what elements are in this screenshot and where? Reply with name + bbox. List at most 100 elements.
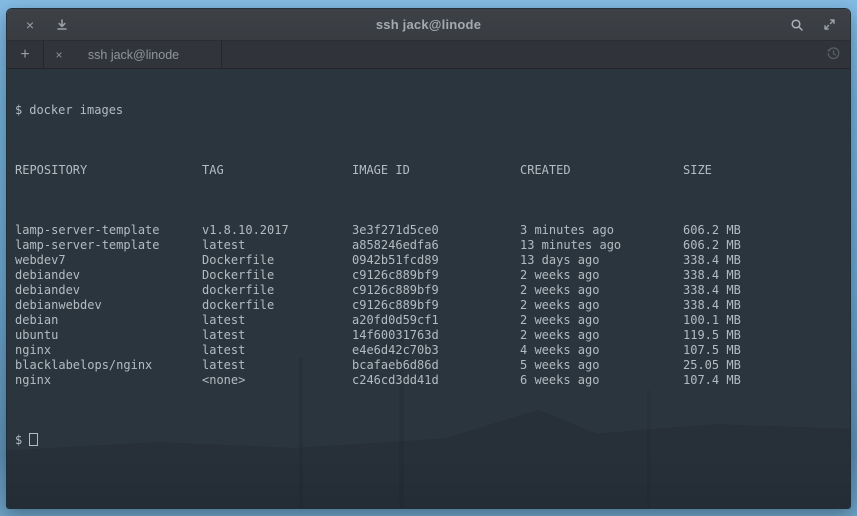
cell-created: 4 weeks ago: [520, 343, 683, 358]
cell-repository: debiandev: [15, 283, 202, 298]
cell-image-id: c9126c889bf9: [352, 268, 520, 283]
cell-created: 2 weeks ago: [520, 268, 683, 283]
table-row: debiandevdockerfilec9126c889bf92 weeks a…: [15, 283, 850, 298]
cell-image-id: a20fd0d59cf1: [352, 313, 520, 328]
table-header-row: REPOSITORY TAG IMAGE ID CREATED SIZE: [15, 163, 850, 178]
cell-tag: latest: [202, 328, 352, 343]
cell-tag: latest: [202, 313, 352, 328]
expand-icon: [823, 18, 836, 31]
terminal-output: lamp-server-templatev1.8.10.20173e3f271d…: [15, 223, 850, 388]
terminal-window: × ssh jack@linode: [6, 8, 851, 509]
cell-tag: latest: [202, 238, 352, 253]
cell-tag: Dockerfile: [202, 268, 352, 283]
table-row: debiandevDockerfilec9126c889bf92 weeks a…: [15, 268, 850, 283]
column-header-created: CREATED: [520, 163, 683, 178]
cell-image-id: c9126c889bf9: [352, 283, 520, 298]
tab-close-button[interactable]: ×: [46, 48, 72, 62]
terminal-screen[interactable]: $ docker images REPOSITORY TAG IMAGE ID C…: [7, 69, 850, 508]
cell-repository: blacklabelops/nginx: [15, 358, 202, 373]
cell-image-id: c246cd3dd41d: [352, 373, 520, 388]
cell-created: 2 weeks ago: [520, 298, 683, 313]
cell-repository: debiandev: [15, 268, 202, 283]
close-window-button[interactable]: ×: [19, 14, 41, 36]
column-header-tag: TAG: [202, 163, 352, 178]
cell-created: 2 weeks ago: [520, 313, 683, 328]
cell-created: 2 weeks ago: [520, 328, 683, 343]
plus-icon: +: [20, 46, 29, 64]
column-header-image-id: IMAGE ID: [352, 163, 520, 178]
cell-size: 338.4 MB: [683, 298, 850, 313]
cell-size: 25.05 MB: [683, 358, 850, 373]
cell-repository: debian: [15, 313, 202, 328]
cell-repository: lamp-server-template: [15, 223, 202, 238]
history-icon: [826, 46, 841, 64]
cell-size: 338.4 MB: [683, 253, 850, 268]
titlebar-left-controls: ×: [7, 14, 147, 36]
terminal-cursor[interactable]: [29, 433, 38, 446]
table-row: webdev7Dockerfile0942b51fcd8913 days ago…: [15, 253, 850, 268]
tab-ssh-session[interactable]: × ssh jack@linode: [44, 41, 222, 68]
tab-label: ssh jack@linode: [72, 48, 221, 62]
table-row: debianwebdevdockerfilec9126c889bf92 week…: [15, 298, 850, 313]
cell-size: 606.2 MB: [683, 238, 850, 253]
cell-size: 338.4 MB: [683, 268, 850, 283]
cell-repository: webdev7: [15, 253, 202, 268]
cell-image-id: 0942b51fcd89: [352, 253, 520, 268]
prompt-symbol: $: [15, 103, 22, 118]
cell-repository: debianwebdev: [15, 298, 202, 313]
cell-tag: dockerfile: [202, 298, 352, 313]
terminal-text: $ docker images REPOSITORY TAG IMAGE ID C…: [7, 69, 850, 478]
cell-image-id: 3e3f271d5ce0: [352, 223, 520, 238]
window-title: ssh jack@linode: [147, 17, 710, 32]
table-row: blacklabelops/nginxlatestbcafaeb6d86d5 w…: [15, 358, 850, 373]
command-text: docker images: [29, 103, 123, 118]
tabbar-spacer: [222, 41, 816, 68]
cell-created: 13 days ago: [520, 253, 683, 268]
cell-tag: dockerfile: [202, 283, 352, 298]
close-icon: ×: [55, 48, 62, 62]
search-button[interactable]: [786, 14, 808, 36]
titlebar-right-controls: [710, 14, 850, 36]
prompt-symbol: $: [15, 433, 22, 448]
tabbar: + × ssh jack@linode: [7, 41, 850, 69]
cell-size: 100.1 MB: [683, 313, 850, 328]
cell-created: 3 minutes ago: [520, 223, 683, 238]
command-line: $ docker images: [15, 103, 850, 118]
fullscreen-button[interactable]: [818, 14, 840, 36]
cell-size: 107.4 MB: [683, 373, 850, 388]
session-history-button[interactable]: [816, 41, 850, 68]
column-header-repository: REPOSITORY: [15, 163, 202, 178]
cell-image-id: bcafaeb6d86d: [352, 358, 520, 373]
cell-tag: latest: [202, 343, 352, 358]
cell-created: 6 weeks ago: [520, 373, 683, 388]
new-tab-button[interactable]: +: [7, 41, 44, 68]
titlebar[interactable]: × ssh jack@linode: [7, 9, 850, 41]
search-icon: [790, 18, 804, 32]
cell-tag: latest: [202, 358, 352, 373]
download-button[interactable]: [51, 14, 73, 36]
table-row: lamp-server-templatev1.8.10.20173e3f271d…: [15, 223, 850, 238]
cell-repository: ubuntu: [15, 328, 202, 343]
cell-image-id: a858246edfa6: [352, 238, 520, 253]
cell-size: 338.4 MB: [683, 283, 850, 298]
cell-size: 119.5 MB: [683, 328, 850, 343]
cell-repository: nginx: [15, 343, 202, 358]
cell-tag: <none>: [202, 373, 352, 388]
cell-created: 13 minutes ago: [520, 238, 683, 253]
download-icon: [56, 19, 68, 31]
cell-created: 2 weeks ago: [520, 283, 683, 298]
close-icon: ×: [26, 18, 34, 32]
cell-image-id: 14f60031763d: [352, 328, 520, 343]
cell-image-id: c9126c889bf9: [352, 298, 520, 313]
prompt-line: $: [15, 433, 850, 448]
column-header-size: SIZE: [683, 163, 850, 178]
cell-repository: lamp-server-template: [15, 238, 202, 253]
table-row: nginxlateste4e6d42c70b34 weeks ago107.5 …: [15, 343, 850, 358]
table-row: debianlatesta20fd0d59cf12 weeks ago100.1…: [15, 313, 850, 328]
cell-tag: v1.8.10.2017: [202, 223, 352, 238]
cell-size: 107.5 MB: [683, 343, 850, 358]
cell-created: 5 weeks ago: [520, 358, 683, 373]
cell-repository: nginx: [15, 373, 202, 388]
cell-image-id: e4e6d42c70b3: [352, 343, 520, 358]
cell-tag: Dockerfile: [202, 253, 352, 268]
